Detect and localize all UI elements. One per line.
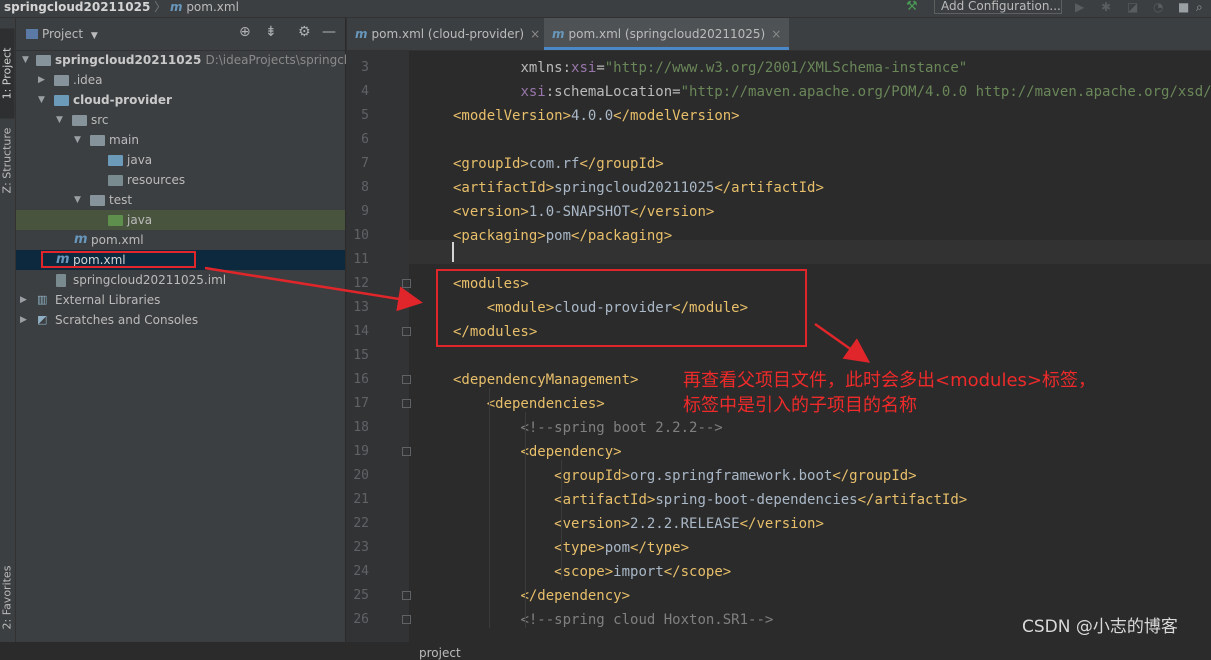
watermark: CSDN @小志的博客 <box>1022 617 1178 637</box>
editor-breadcrumb-bar: project <box>347 642 1211 660</box>
arrow-to-modules <box>204 266 423 312</box>
annotation-arrows <box>204 266 871 363</box>
arrow-to-note <box>814 322 871 363</box>
editor-breadcrumb[interactable]: project <box>419 646 461 660</box>
